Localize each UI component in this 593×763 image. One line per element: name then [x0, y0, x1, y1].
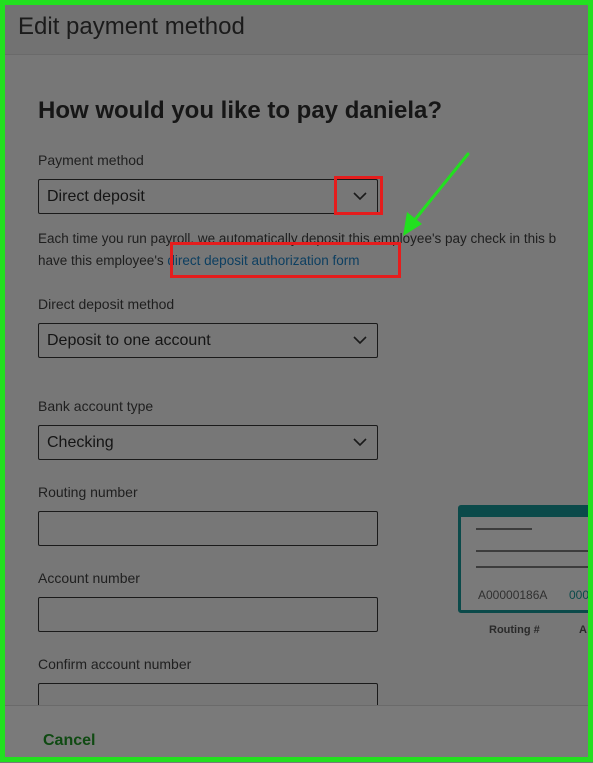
- deposit-method-value: Deposit to one account: [47, 332, 211, 349]
- payment-method-select[interactable]: Direct deposit: [38, 179, 378, 214]
- account-caption: A: [579, 624, 587, 636]
- bank-account-type-label: Bank account type: [38, 398, 154, 414]
- routing-number-label: Routing number: [38, 484, 138, 500]
- check-illustration: A00000186A 000: [458, 505, 593, 613]
- confirm-account-number-label: Confirm account number: [38, 656, 192, 672]
- annotation-arrow-icon: [403, 152, 470, 236]
- check-line: [476, 528, 532, 530]
- bank-account-type-value: Checking: [47, 434, 114, 451]
- info-line-2-prefix: have this employee's: [38, 253, 168, 268]
- check-account-number: 000: [569, 588, 590, 602]
- bank-account-type-select[interactable]: Checking: [38, 425, 378, 460]
- page-heading: How would you like to pay daniela?: [38, 97, 443, 124]
- dialog-footer: Cancel: [0, 705, 593, 763]
- annotation-highlight-link: [170, 242, 401, 278]
- account-number-input[interactable]: [38, 597, 378, 632]
- account-number-label: Account number: [38, 570, 140, 586]
- deposit-method-select[interactable]: Deposit to one account: [38, 323, 378, 358]
- deposit-method-label: Direct deposit method: [38, 296, 175, 312]
- chevron-down-icon: [353, 438, 367, 447]
- check-routing-number: A00000186A: [478, 588, 548, 602]
- cancel-button[interactable]: Cancel: [43, 732, 95, 750]
- check-line: [476, 550, 593, 552]
- dialog-header: Edit payment method: [0, 0, 593, 55]
- payment-method-value: Direct deposit: [47, 188, 145, 205]
- payment-method-label: Payment method: [38, 152, 144, 168]
- check-top-bar: [461, 508, 593, 517]
- routing-caption: Routing #: [489, 624, 540, 636]
- chevron-down-icon: [353, 336, 367, 345]
- dialog-title: Edit payment method: [18, 13, 245, 40]
- check-line: [476, 566, 593, 568]
- annotation-highlight-dropdown: [334, 176, 383, 215]
- routing-number-input[interactable]: [38, 511, 378, 546]
